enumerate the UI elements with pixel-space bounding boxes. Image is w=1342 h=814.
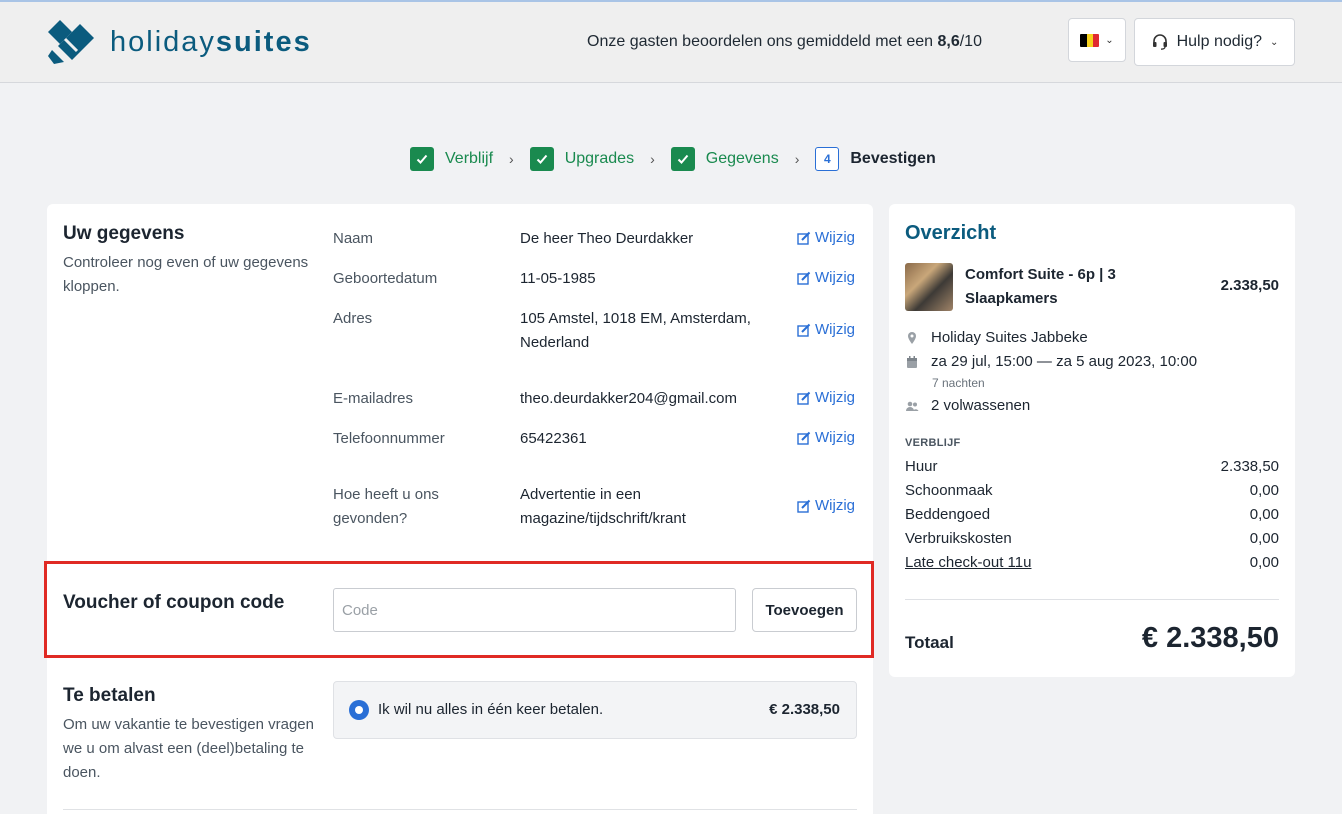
total-value: € 2.338,50	[1141, 622, 1279, 654]
line-item: Schoonmaak 0,00	[905, 482, 1279, 499]
guest-rating: Onze gasten beoordelen ons gemiddeld met…	[587, 33, 982, 50]
edit-telefoon-link[interactable]: Wijzig	[797, 429, 855, 446]
edit-icon	[797, 391, 811, 405]
details-description: Controleer nog even of uw gegevens klopp…	[63, 254, 309, 295]
row-value-email: theo.deurdakker204@gmail.com	[520, 390, 738, 407]
edit-icon	[797, 499, 811, 513]
divider	[905, 599, 1279, 600]
payment-option-amount: € 2.338,50	[769, 701, 840, 718]
brand-logo[interactable]: holidaysuites	[46, 18, 312, 66]
site-header: holidaysuites Onze gasten beoordelen ons…	[0, 2, 1342, 83]
row-label-naam: Naam	[333, 230, 374, 247]
line-item: Beddengoed 0,00	[905, 506, 1279, 523]
line-item: Verbruikskosten 0,00	[905, 530, 1279, 547]
row-value-telefoon: 65422361	[520, 430, 587, 447]
chevron-right-icon: ›	[650, 150, 655, 167]
line-item: Late check-out 11u 0,00	[905, 554, 1279, 571]
edit-geboortedatum-link[interactable]: Wijzig	[797, 269, 855, 286]
step-number: 4	[815, 146, 840, 171]
step-gegevens[interactable]: Gegevens	[670, 146, 779, 171]
edit-adres-link[interactable]: Wijzig	[797, 321, 855, 338]
suite-price: 2.338,50	[1220, 277, 1279, 294]
payment-radio-selected[interactable]	[349, 700, 369, 720]
brand-wordmark: holidaysuites	[110, 25, 312, 58]
step-upgrades[interactable]: Upgrades	[529, 146, 634, 171]
payment-title: Te betalen	[63, 685, 156, 706]
step-verblijf[interactable]: Verblijf	[410, 146, 493, 171]
voucher-code-input[interactable]	[333, 588, 736, 632]
help-label: Hulp nodig?	[1176, 33, 1262, 50]
suite-name: Comfort Suite - 6p | 3 Slaapkamers	[965, 266, 1116, 307]
map-pin-icon	[908, 331, 916, 344]
row-value-bron: Advertentie in een magazine/tijdschrift/…	[520, 486, 686, 527]
row-value-adres: 105 Amstel, 1018 EM, Amsterdam, Nederlan…	[520, 310, 751, 351]
row-value-naam: De heer Theo Deurdakker	[520, 230, 694, 247]
chevron-right-icon: ›	[509, 150, 514, 167]
nights-count: 7 nachten	[932, 376, 985, 390]
chevron-right-icon: ›	[794, 150, 800, 167]
guests-row: 2 volwassenen	[905, 397, 1030, 414]
category-label: VERBLIJF	[905, 437, 961, 449]
overview-card: Overzicht Comfort Suite - 6p | 3 Slaapka…	[889, 204, 1295, 677]
edit-icon	[797, 431, 811, 445]
users-icon	[906, 401, 919, 411]
holidaysuites-logo-icon	[48, 20, 94, 64]
row-value-geboortedatum: 11-05-1985	[520, 270, 596, 287]
edit-icon	[797, 323, 811, 337]
step-bevestigen: 4 Bevestigen	[815, 146, 936, 171]
language-selector[interactable]: ⌄	[1068, 18, 1126, 62]
checkmark-icon	[529, 146, 554, 171]
voucher-title: Voucher of coupon code	[63, 592, 285, 613]
checkmark-icon	[670, 146, 695, 171]
row-label-email: E-mailadres	[333, 390, 414, 407]
late-checkout-link[interactable]: Late check-out 11u	[905, 554, 1031, 571]
row-label-geboortedatum: Geboortedatum	[333, 270, 438, 287]
checkout-steps: Verblijf › Upgrades › Gegevens › 4 Beves…	[410, 146, 936, 171]
help-button[interactable]: Hulp nodig? ⌄	[1134, 18, 1295, 66]
edit-naam-link[interactable]: Wijzig	[797, 229, 855, 246]
payment-description: Om uw vakantie te bevestigen vragen we u…	[63, 716, 314, 781]
total-label: Totaal	[905, 633, 954, 652]
edit-icon	[797, 231, 811, 245]
line-item: Huur 2.338,50	[905, 458, 1279, 475]
divider	[63, 809, 857, 810]
payment-option-full[interactable]: Ik wil nu alles in één keer betalen. € 2…	[333, 681, 857, 739]
headset-icon	[1152, 34, 1167, 50]
overview-title: Overzicht	[905, 222, 997, 244]
row-label-bron: Hoe heeft u ons gevonden?	[333, 486, 439, 527]
edit-bron-link[interactable]: Wijzig	[797, 497, 855, 514]
belgium-flag-icon	[1080, 33, 1100, 47]
payment-option-label: Ik wil nu alles in één keer betalen.	[378, 701, 604, 718]
chevron-down-icon: ⌄	[1105, 34, 1114, 46]
row-label-adres: Adres	[333, 310, 373, 327]
dates-row: za 29 jul, 15:00 — za 5 aug 2023, 10:00	[905, 353, 1197, 370]
location-row: Holiday Suites Jabbeke	[905, 329, 1088, 346]
edit-email-link[interactable]: Wijzig	[797, 389, 855, 406]
calendar-icon	[907, 355, 917, 368]
row-label-telefoon: Telefoonnummer	[333, 430, 445, 447]
rating-score: 8,6	[937, 33, 960, 50]
chevron-down-icon: ⌄	[1270, 36, 1279, 48]
checkmark-icon	[410, 146, 434, 171]
suite-thumbnail	[905, 263, 953, 311]
details-title: Uw gegevens	[63, 223, 185, 244]
add-voucher-button[interactable]: Toevoegen	[752, 588, 857, 632]
edit-icon	[797, 271, 811, 285]
